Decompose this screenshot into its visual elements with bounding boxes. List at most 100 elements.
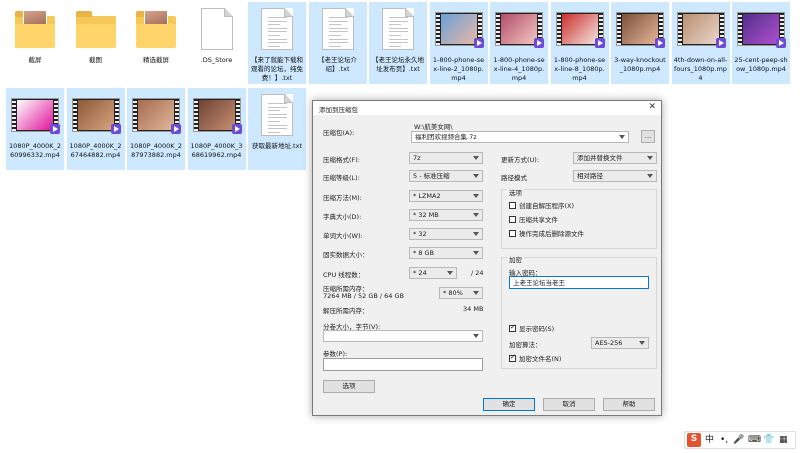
- method-combo[interactable]: * LZMA2: [409, 190, 483, 202]
- mem-percent-combo[interactable]: * 80%: [439, 287, 483, 299]
- chevron-down-icon: [639, 341, 645, 345]
- file-name: 25-cent-peep-show_1080p.mp4: [734, 56, 788, 73]
- chevron-down-icon: [473, 194, 479, 198]
- format-value: 7z: [413, 154, 421, 162]
- encrypt-names-checkbox[interactable]: 加密文件名(N): [509, 353, 561, 363]
- enc-method-combo[interactable]: AES-256: [591, 337, 649, 349]
- file-item[interactable]: 获取最新地址.txt: [248, 88, 306, 170]
- help-button[interactable]: 帮助: [603, 398, 655, 411]
- sfx-checkbox[interactable]: 创建自解压程序(X): [509, 200, 574, 210]
- file-item[interactable]: 【老王论坛永久地址发布页】.txt: [369, 2, 427, 84]
- file-item[interactable]: 4th-down-on-all-fours_1080p.mp4: [671, 2, 730, 84]
- shared-checkbox[interactable]: 压缩共享文件: [509, 214, 558, 224]
- level-combo[interactable]: 5 - 标准压缩: [409, 170, 483, 182]
- file-item[interactable]: 1-800-phone-sex-line-4_1080p.mp4: [490, 2, 548, 84]
- dict-label: 字典大小(D):: [323, 213, 362, 221]
- solid-label: 固实数据大小：: [323, 251, 369, 259]
- file-icon: [193, 6, 241, 54]
- file-name: 【老王论坛介绍】.txt: [318, 56, 357, 73]
- file-item[interactable]: 1080P_4000K_260996332.mp4: [6, 88, 64, 170]
- text-file-icon: [314, 6, 362, 54]
- chevron-down-icon: [447, 271, 453, 275]
- video-file-icon: [737, 6, 786, 54]
- dialog-titlebar: 添加到压缩包 ✕: [313, 101, 661, 115]
- keyboard-icon[interactable]: ⌨: [748, 434, 761, 446]
- solid-combo[interactable]: * 8 GB: [409, 247, 483, 259]
- chevron-down-icon: [647, 174, 653, 178]
- file-item[interactable]: 精选截屏: [127, 2, 185, 84]
- video-file-icon: [11, 92, 60, 140]
- ime-toolbar: S 中 •, 🎤 ⌨ 👕 ▦: [684, 431, 796, 449]
- file-name: 4th-down-on-all-fours_1080p.mp4: [673, 56, 728, 82]
- delete-checkbox[interactable]: 操作完成后删除源文件: [509, 228, 584, 238]
- text-file-icon: [253, 92, 301, 140]
- archive-name-combo[interactable]: 福利团欢视频合集.7z: [411, 131, 629, 143]
- browse-button[interactable]: ...: [641, 130, 655, 143]
- chevron-down-icon: [473, 213, 479, 217]
- file-item[interactable]: 截屏: [6, 2, 64, 84]
- file-item[interactable]: 1080P_4000K_287973882.mp4: [127, 88, 185, 170]
- file-item[interactable]: 截图: [67, 2, 125, 84]
- level-value: 5 - 标准压缩: [413, 172, 450, 180]
- chevron-down-icon: [473, 156, 479, 160]
- ok-button[interactable]: 确定: [483, 398, 535, 411]
- chevron-down-icon: [619, 135, 625, 139]
- format-combo[interactable]: 7z: [409, 152, 483, 164]
- punctuation-icon[interactable]: •,: [720, 434, 728, 446]
- close-icon[interactable]: ✕: [648, 102, 656, 112]
- encryption-group-title: 加密: [507, 254, 524, 264]
- ime-lang-toggle[interactable]: 中: [705, 434, 714, 446]
- file-item[interactable]: 1-800-phone-sex-line-8_1080p.mp4: [550, 2, 609, 84]
- dialog-title: 添加到压缩包: [319, 106, 358, 114]
- sfx-label: 创建自解压程序(X): [519, 202, 575, 210]
- threads-total: / 24: [471, 269, 484, 277]
- split-combo[interactable]: [323, 330, 483, 342]
- options-button[interactable]: 选项: [323, 380, 375, 393]
- path-value: 相对路径: [577, 172, 603, 180]
- file-name: 截屏: [28, 56, 42, 64]
- password-input[interactable]: 上老王论坛当老王: [509, 276, 649, 289]
- chevron-down-icon: [647, 156, 653, 160]
- mem-detail: 7264 MB / 52 GB / 64 GB: [323, 292, 404, 300]
- file-name: 1080P_4000K_287973882.mp4: [130, 142, 182, 159]
- file-item[interactable]: .DS_Store: [188, 2, 246, 84]
- skin-icon[interactable]: 👕: [763, 434, 774, 446]
- update-combo[interactable]: 添加并替换文件: [573, 152, 657, 164]
- chevron-down-icon: [473, 291, 479, 295]
- update-value: 添加并替换文件: [577, 154, 623, 162]
- word-combo[interactable]: * 32: [409, 228, 483, 240]
- chevron-down-icon: [473, 251, 479, 255]
- method-label: 压缩方法(M):: [323, 194, 362, 202]
- dict-combo[interactable]: * 32 MB: [409, 209, 483, 221]
- update-label: 更新方式(U):: [501, 156, 540, 164]
- path-combo[interactable]: 相对路径: [573, 170, 657, 182]
- file-item[interactable]: 1080P_4000K_368619962.mp4: [187, 88, 246, 170]
- method-value: * LZMA2: [413, 192, 441, 200]
- tools-grid-icon[interactable]: ▦: [779, 434, 788, 446]
- file-item[interactable]: 【老王论坛介绍】.txt: [308, 2, 367, 84]
- microphone-icon[interactable]: 🎤: [733, 434, 744, 446]
- mem-percent-value: * 80%: [443, 289, 463, 297]
- video-file-icon: [555, 6, 605, 54]
- solid-value: * 8 GB: [413, 249, 435, 257]
- params-input[interactable]: [323, 358, 483, 371]
- file-item[interactable]: 1-800-phone-sex-line-2_1080p.mp4: [429, 2, 488, 84]
- word-label: 单词大小(W):: [323, 232, 363, 240]
- video-file-icon: [71, 92, 121, 140]
- file-item[interactable]: 25-cent-peep-show_1080p.mp4: [732, 2, 790, 84]
- file-item[interactable]: 1080P_4000K_267464882.mp4: [66, 88, 125, 170]
- checkbox-checked-icon: [509, 353, 516, 362]
- file-name: 3-way-knockout_1080p.mp4: [614, 56, 666, 73]
- threads-combo[interactable]: * 24: [409, 267, 457, 279]
- show-password-checkbox[interactable]: 显示密码(S): [509, 323, 554, 333]
- cancel-button[interactable]: 取消: [543, 398, 595, 411]
- threads-label: CPU 线程数：: [323, 271, 365, 279]
- enc-method-label: 加密算法：: [509, 341, 542, 349]
- sogou-logo-icon[interactable]: S: [687, 433, 701, 447]
- path-label: 路径模式: [501, 174, 527, 182]
- shared-label: 压缩共享文件: [519, 216, 558, 224]
- file-item[interactable]: 3-way-knockout_1080p.mp4: [611, 2, 669, 84]
- image-folder-icon: [132, 6, 180, 54]
- file-item[interactable]: 【来了就能下载和观看的论坛，纯免费！】.txt: [248, 2, 306, 84]
- checkbox-icon: [509, 202, 516, 209]
